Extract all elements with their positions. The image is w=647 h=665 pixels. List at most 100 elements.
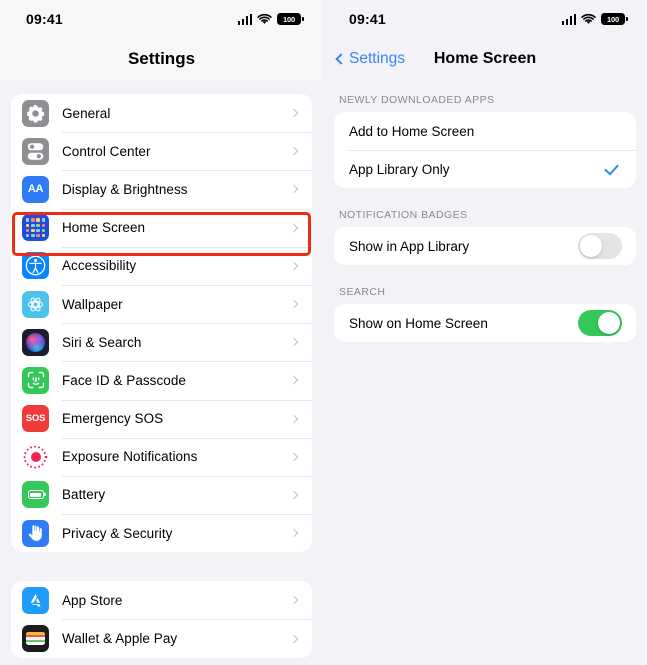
sidebar-item-exposure-notifications[interactable]: Exposure Notifications	[11, 437, 312, 476]
sidebar-item-battery[interactable]: Battery	[11, 475, 312, 514]
back-button-label: Settings	[349, 50, 406, 67]
sidebar-item-privacy-security[interactable]: Privacy & Security	[11, 514, 312, 552]
option-app-library-only[interactable]: App Library Only	[334, 150, 636, 188]
section-list: Add to Home Screen App Library Only	[334, 112, 636, 188]
sidebar-item-wallpaper[interactable]: Wallpaper	[11, 284, 312, 323]
option-label: Add to Home Screen	[349, 123, 475, 139]
chevron-right-icon	[289, 634, 299, 643]
sidebar-item-label: Emergency SOS	[62, 411, 164, 427]
exposure-dots	[23, 444, 48, 469]
wallet-cards	[26, 632, 45, 646]
chevron-right-icon	[289, 490, 299, 500]
section-header: NEWLY DOWNLOADED APPS	[339, 94, 495, 106]
battery-glyph	[27, 490, 46, 500]
face-id-icon	[22, 366, 49, 394]
chevron-right-icon	[289, 376, 299, 385]
sidebar-item-app-store[interactable]: App Store	[11, 581, 312, 619]
sidebar-item-label: Display & Brightness	[62, 181, 188, 197]
sidebar-item-label: Wallet & Apple Pay	[62, 631, 178, 647]
battery-level: 100	[607, 14, 619, 24]
section-header: NOTIFICATION BADGES	[339, 209, 468, 221]
sidebar-item-home-screen[interactable]: Home Screen	[11, 208, 312, 247]
section-list: Show in App Library	[334, 227, 636, 265]
sidebar-item-label: Siri & Search	[62, 334, 142, 350]
toggle-knob	[580, 235, 602, 257]
status-time: 09:41	[349, 11, 386, 27]
sidebar-item-label: Control Center	[62, 143, 151, 159]
nav-bar-settings: Settings	[0, 38, 323, 80]
privacy-security-icon	[22, 519, 49, 547]
cellular-signal-icon	[237, 13, 252, 25]
gear-icon	[22, 99, 49, 127]
display-icon-glyph: AA	[27, 183, 44, 196]
battery-level: 100	[283, 14, 295, 24]
chevron-right-icon	[289, 299, 299, 309]
sidebar-item-label: Accessibility	[62, 258, 137, 274]
settings-group-primary: General Control Center AA Display & Brig…	[11, 94, 312, 553]
emergency-sos-icon: SOS	[22, 405, 49, 433]
setting-label: Show in App Library	[349, 238, 470, 254]
section-notification-badges: NOTIFICATION BADGES Show in App Library	[323, 209, 647, 265]
toggle-knob	[598, 312, 620, 334]
chevron-right-icon	[289, 108, 299, 118]
chevron-right-icon	[289, 261, 299, 271]
chevron-right-icon	[289, 223, 299, 232]
section-newly-downloaded-apps: NEWLY DOWNLOADED APPS Add to Home Screen…	[323, 94, 647, 188]
siri-orb	[26, 332, 45, 352]
sidebar-item-emergency-sos[interactable]: SOS Emergency SOS	[11, 399, 312, 438]
home-screen-icon	[22, 214, 49, 242]
nav-bar-home-screen: Settings Home Screen	[323, 38, 647, 80]
show-on-home-screen-toggle[interactable]	[578, 310, 622, 336]
option-add-to-home-screen[interactable]: Add to Home Screen	[334, 112, 636, 150]
home-screen-settings-screen: 09:41 100 Settings Home Screen NEWLY DOW…	[323, 0, 647, 665]
dual-screenshot-container: 09:41 100 Settings General Control Cente…	[0, 0, 647, 665]
sidebar-item-display-brightness[interactable]: AA Display & Brightness	[11, 170, 312, 208]
chevron-left-icon	[335, 53, 347, 65]
chevron-right-icon	[289, 147, 299, 156]
chevron-right-icon	[289, 185, 299, 194]
sidebar-item-general[interactable]: General	[11, 94, 312, 132]
exposure-notifications-icon	[22, 443, 49, 471]
sidebar-item-label: Battery	[62, 487, 106, 503]
display-brightness-icon: AA	[22, 175, 49, 203]
status-icons: 100	[561, 13, 628, 25]
status-bar-right: 09:41 100	[323, 0, 647, 38]
back-button[interactable]: Settings	[335, 50, 406, 68]
siri-icon	[22, 328, 49, 356]
battery-settings-icon	[22, 481, 49, 509]
sidebar-item-label: App Store	[62, 592, 123, 608]
sidebar-item-siri-search[interactable]: Siri & Search	[11, 323, 312, 361]
chevron-right-icon	[289, 528, 299, 538]
sidebar-item-label: Home Screen	[62, 220, 146, 236]
page-title: Home Screen	[433, 50, 537, 67]
sidebar-item-wallet-apple-pay[interactable]: Wallet & Apple Pay	[11, 619, 312, 657]
sidebar-item-label: Privacy & Security	[62, 525, 173, 541]
battery-icon: 100	[601, 13, 628, 25]
option-label: App Library Only	[349, 161, 450, 177]
show-in-app-library-toggle[interactable]	[578, 233, 622, 259]
wallet-icon	[22, 625, 49, 653]
chevron-right-icon	[289, 596, 299, 605]
chevron-right-icon	[289, 452, 299, 462]
row-show-in-app-library: Show in App Library	[334, 227, 636, 265]
wifi-icon	[257, 13, 272, 24]
sidebar-item-label: Exposure Notifications	[62, 449, 198, 465]
sidebar-item-control-center[interactable]: Control Center	[11, 132, 312, 170]
checkmark-icon	[604, 159, 619, 176]
sidebar-item-label: Face ID & Passcode	[62, 372, 186, 388]
sidebar-item-label: Wallpaper	[62, 296, 123, 312]
wifi-icon	[581, 13, 596, 24]
settings-content: NEWLY DOWNLOADED APPS Add to Home Screen…	[323, 80, 647, 342]
cellular-signal-icon	[561, 13, 576, 25]
chevron-right-icon	[289, 337, 299, 347]
sos-icon-glyph: SOS	[25, 413, 46, 425]
status-icons: 100	[237, 13, 304, 25]
section-header: SEARCH	[339, 286, 386, 298]
accessibility-icon	[22, 252, 49, 280]
sidebar-item-face-id-passcode[interactable]: Face ID & Passcode	[11, 361, 312, 399]
battery-icon: 100	[277, 13, 304, 25]
sidebar-item-accessibility[interactable]: Accessibility	[11, 246, 312, 285]
chevron-right-icon	[289, 414, 299, 423]
row-show-on-home-screen: Show on Home Screen	[334, 304, 636, 342]
status-bar-left: 09:41 100	[0, 0, 323, 38]
